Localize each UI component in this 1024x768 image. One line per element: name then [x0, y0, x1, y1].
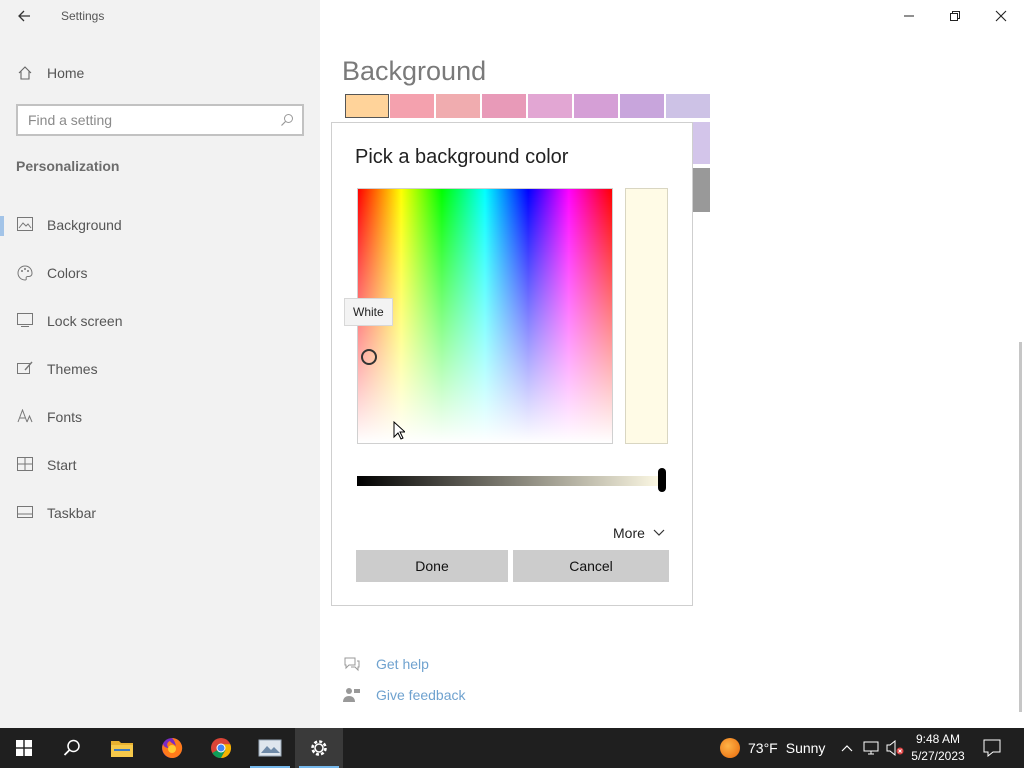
- font-icon: [17, 408, 33, 428]
- close-icon: [995, 10, 1007, 22]
- taskbar-settings[interactable]: [295, 728, 343, 768]
- restore-button[interactable]: [932, 0, 978, 32]
- help-chat-icon: [343, 656, 361, 677]
- sidebar-item-themes[interactable]: Themes: [0, 351, 320, 387]
- sidebar-item-label: Start: [47, 457, 77, 473]
- color-swatch[interactable]: [436, 94, 480, 118]
- taskbar-clock[interactable]: 9:48 AM 5/27/2023: [906, 731, 970, 765]
- minimize-button[interactable]: [886, 0, 932, 32]
- sidebar-item-background[interactable]: Background: [0, 207, 320, 243]
- minimize-icon: [904, 15, 914, 17]
- color-swatch[interactable]: [482, 94, 526, 118]
- start-button[interactable]: [0, 728, 48, 768]
- color-swatch[interactable]: [345, 94, 389, 118]
- color-preview: [625, 188, 668, 444]
- more-toggle[interactable]: More: [613, 523, 665, 543]
- give-feedback-label: Give feedback: [376, 687, 466, 703]
- sidebar-item-label: Fonts: [47, 409, 83, 425]
- back-button[interactable]: [12, 4, 36, 28]
- color-picker-dialog: Pick a background color White More Done …: [331, 122, 693, 606]
- taskbar-chrome[interactable]: [197, 728, 245, 768]
- app-title: Settings: [61, 9, 105, 23]
- pointer-icon: [393, 420, 407, 440]
- close-button[interactable]: [978, 0, 1024, 32]
- taskbar-file-explorer[interactable]: [98, 728, 146, 768]
- get-help-label: Get help: [376, 656, 429, 672]
- taskbar-firefox[interactable]: [148, 728, 196, 768]
- file-explorer-icon: [111, 741, 133, 757]
- more-label: More: [613, 525, 645, 541]
- network-icon: [863, 741, 879, 755]
- home-icon: [17, 65, 33, 86]
- sun-icon: [720, 738, 740, 758]
- color-swatch[interactable]: [666, 94, 710, 118]
- notifications-button[interactable]: [978, 728, 1006, 768]
- picture-icon: [17, 217, 33, 236]
- done-button[interactable]: Done: [356, 550, 508, 582]
- color-swatch[interactable]: [693, 168, 710, 212]
- start-tiles-icon: [17, 457, 33, 476]
- mouse-cursor: [393, 420, 407, 445]
- sidebar-item-taskbar[interactable]: Taskbar: [0, 495, 320, 531]
- volume-muted-icon: [886, 740, 904, 756]
- search-icon[interactable]: [280, 113, 294, 132]
- color-swatch[interactable]: [574, 94, 618, 118]
- chevron-up-icon: [841, 745, 853, 752]
- clock-date: 5/27/2023: [911, 749, 965, 763]
- color-swatch[interactable]: [620, 94, 664, 118]
- settings-gear-icon: [311, 740, 327, 756]
- weather-condition: Sunny: [785, 740, 826, 756]
- color-swatch[interactable]: [528, 94, 572, 118]
- taskbar-search-button[interactable]: [48, 728, 96, 768]
- sidebar-item-colors[interactable]: Colors: [0, 255, 320, 291]
- scrollbar[interactable]: [1019, 342, 1022, 712]
- sidebar-item-fonts[interactable]: Fonts: [0, 399, 320, 435]
- network-tray-button[interactable]: [860, 728, 882, 768]
- search-box: [16, 104, 304, 136]
- brush-icon: [17, 361, 33, 380]
- sidebar-item-label: Colors: [47, 265, 88, 281]
- cancel-button[interactable]: Cancel: [513, 550, 669, 582]
- color-swatch[interactable]: [390, 94, 434, 118]
- color-spectrum[interactable]: [357, 188, 613, 444]
- taskbar-icon: [17, 505, 33, 523]
- page-title: Background: [342, 56, 487, 86]
- photos-app-icon: [258, 739, 282, 757]
- brightness-slider[interactable]: [357, 476, 663, 486]
- color-name-tooltip: White: [344, 298, 393, 326]
- clock-time: 9:48 AM: [915, 732, 961, 746]
- sidebar-item-label: Taskbar: [47, 505, 97, 521]
- search-input[interactable]: [18, 106, 268, 134]
- sidebar-item-label: Themes: [47, 361, 98, 377]
- settings-sidebar: Settings Home Personalization Background…: [0, 0, 320, 728]
- lock-screen-icon: [17, 313, 33, 332]
- sidebar-item-label: Lock screen: [47, 313, 123, 329]
- sidebar-item-lock-screen[interactable]: Lock screen: [0, 303, 320, 339]
- show-hidden-icons-button[interactable]: [838, 728, 856, 768]
- firefox-icon: [162, 737, 183, 758]
- back-arrow-icon: [18, 10, 30, 22]
- feedback-person-icon: [343, 687, 361, 708]
- section-title: Personalization: [16, 158, 120, 174]
- chevron-down-icon: [653, 529, 665, 536]
- chrome-icon: [211, 738, 232, 759]
- sidebar-item-label: Background: [47, 217, 122, 233]
- sidebar-item-label: Home: [47, 65, 85, 81]
- notification-icon: [983, 739, 1001, 757]
- brightness-slider-thumb[interactable]: [658, 468, 666, 492]
- windows-start-icon: [16, 740, 32, 756]
- restore-icon: [950, 11, 960, 21]
- volume-tray-button[interactable]: [884, 728, 906, 768]
- taskbar: 73°F Sunny 9:48 AM 5/27/2023: [0, 728, 1024, 768]
- weather-widget[interactable]: 73°F Sunny: [720, 728, 825, 768]
- sidebar-item-home[interactable]: Home: [0, 58, 320, 88]
- search-icon: [63, 739, 80, 756]
- palette-icon: [17, 265, 33, 286]
- dialog-title: Pick a background color: [355, 146, 569, 168]
- taskbar-photos-app[interactable]: [246, 728, 294, 768]
- weather-temp: 73°F: [748, 740, 778, 756]
- color-picker-thumb[interactable]: [361, 349, 377, 365]
- sidebar-item-start[interactable]: Start: [0, 447, 320, 483]
